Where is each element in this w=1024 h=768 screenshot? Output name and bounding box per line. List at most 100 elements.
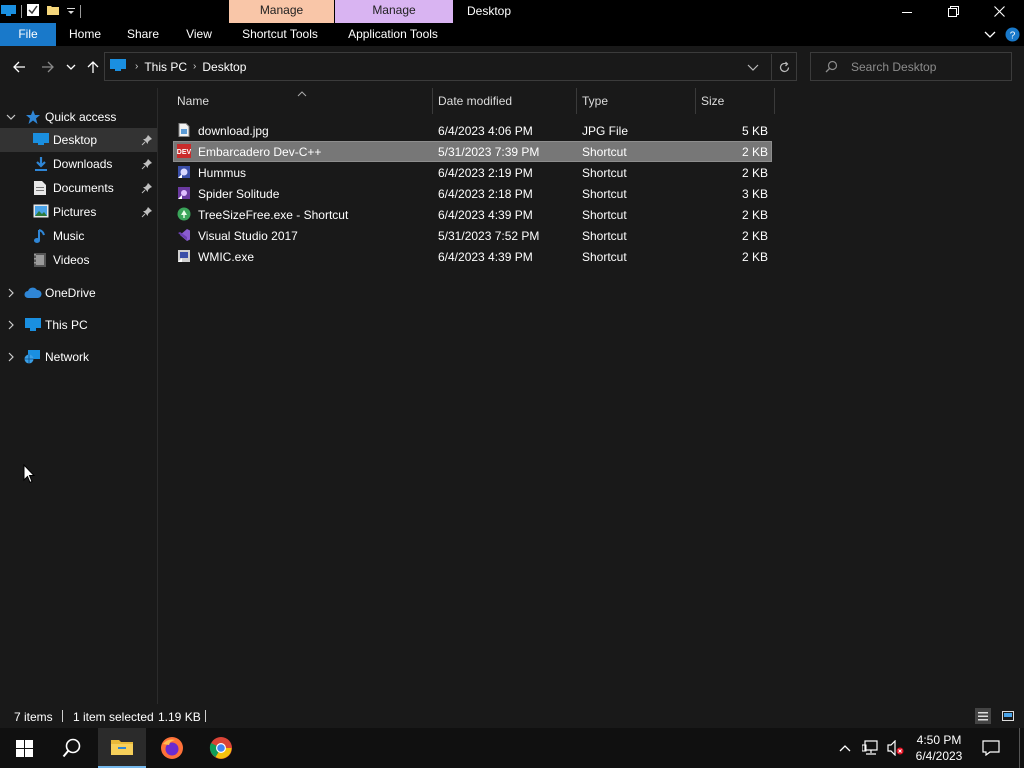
downloads-icon xyxy=(33,156,49,175)
column-divider[interactable] xyxy=(432,88,433,114)
recent-locations-button[interactable] xyxy=(61,56,81,78)
sidebar-item-music[interactable]: Music xyxy=(0,224,157,248)
file-name: Hummus xyxy=(198,166,247,180)
taskbar-file-explorer[interactable] xyxy=(98,728,146,768)
network-wired-icon xyxy=(861,740,878,755)
table-row[interactable]: Spider Solitude 6/4/2023 2:18 PM Shortcu… xyxy=(173,183,772,204)
ribbon-tabs: File Home Share View Shortcut Tools Appl… xyxy=(0,23,1024,46)
sidebar-item-this-pc[interactable]: This PC xyxy=(0,313,157,337)
tab-file[interactable]: File xyxy=(0,23,56,46)
mouse-cursor-icon xyxy=(23,463,36,487)
search-input[interactable]: Search Desktop xyxy=(851,60,936,74)
search-box[interactable]: Search Desktop xyxy=(810,52,1012,81)
properties-icon[interactable] xyxy=(26,3,40,20)
back-button[interactable] xyxy=(8,56,30,78)
breadcrumb-desktop[interactable]: Desktop xyxy=(202,60,246,74)
sidebar-item-downloads[interactable]: Downloads xyxy=(0,152,157,176)
sidebar-item-onedrive[interactable]: OneDrive xyxy=(0,281,157,305)
chevron-right-icon[interactable] xyxy=(6,287,16,301)
selection-count: 1 item selected xyxy=(73,710,154,724)
table-row[interactable]: WMIC.exe 6/4/2023 4:39 PM Shortcut 2 KB xyxy=(173,246,772,267)
restore-button[interactable] xyxy=(930,0,976,23)
manage-application-tab[interactable]: Manage xyxy=(335,0,453,23)
chevron-right-icon[interactable] xyxy=(6,319,16,333)
refresh-button[interactable] xyxy=(771,54,797,80)
table-row[interactable]: download.jpg 6/4/2023 4:06 PM JPG File 5… xyxy=(173,120,772,141)
table-row[interactable]: DEV Embarcadero Dev-C++ 5/31/2023 7:39 P… xyxy=(173,141,772,162)
search-icon xyxy=(825,60,838,76)
start-button[interactable] xyxy=(0,728,48,768)
file-type: Shortcut xyxy=(582,187,627,201)
sidebar-item-desktop[interactable]: Desktop xyxy=(0,128,157,152)
action-center-button[interactable] xyxy=(976,728,1006,768)
documents-icon xyxy=(33,180,47,199)
table-row[interactable]: Hummus 6/4/2023 2:19 PM Shortcut 2 KB xyxy=(173,162,772,183)
sidebar-item-label: Videos xyxy=(53,253,90,267)
file-date: 5/31/2023 7:52 PM xyxy=(438,229,540,243)
up-button[interactable] xyxy=(82,56,104,78)
chevron-down-icon[interactable] xyxy=(6,111,16,125)
column-divider[interactable] xyxy=(576,88,577,114)
tab-shortcut-tools[interactable]: Shortcut Tools xyxy=(229,23,331,46)
volume-muted-icon xyxy=(887,739,904,757)
new-folder-icon[interactable] xyxy=(46,3,60,20)
network-status-button[interactable] xyxy=(861,740,880,759)
file-date: 5/31/2023 7:39 PM xyxy=(438,145,540,159)
taskbar-chrome[interactable] xyxy=(197,728,245,768)
sidebar-item-label: Quick access xyxy=(45,110,117,124)
show-desktop-button[interactable] xyxy=(1019,728,1024,768)
minimize-button[interactable] xyxy=(884,0,930,23)
file-type: Shortcut xyxy=(582,166,627,180)
status-bar: 7 items 1 item selected 1.19 KB xyxy=(0,704,1024,728)
chevron-down-icon xyxy=(66,64,76,70)
column-header-type[interactable]: Type xyxy=(582,88,692,114)
pin-icon[interactable] xyxy=(141,182,153,197)
close-button[interactable] xyxy=(976,0,1022,23)
sidebar-item-quick-access[interactable]: Quick access xyxy=(0,105,157,129)
explorer-window-icon[interactable] xyxy=(1,4,17,19)
help-button[interactable]: ? xyxy=(1005,27,1020,45)
manage-shortcut-tab[interactable]: Manage xyxy=(229,0,334,23)
sidebar-item-label: Pictures xyxy=(53,205,97,219)
table-row[interactable]: TreeSizeFree.exe - Shortcut 6/4/2023 4:3… xyxy=(173,204,772,225)
tab-share[interactable]: Share xyxy=(116,23,170,46)
column-header-name[interactable]: Name xyxy=(177,88,427,114)
taskbar-clock[interactable]: 4:50 PM 6/4/2023 xyxy=(914,732,964,764)
pin-icon[interactable] xyxy=(141,134,153,149)
sidebar-item-documents[interactable]: Documents xyxy=(0,176,157,200)
customize-toolbar-icon[interactable] xyxy=(66,5,76,19)
column-header-size[interactable]: Size xyxy=(701,88,771,114)
column-header-date[interactable]: Date modified xyxy=(438,88,573,114)
folder-icon xyxy=(111,740,133,755)
chrome-icon xyxy=(209,737,232,759)
chevron-right-icon[interactable] xyxy=(6,351,16,365)
column-divider[interactable] xyxy=(695,88,696,114)
file-name: Spider Solitude xyxy=(198,187,280,201)
volume-button[interactable] xyxy=(887,739,905,759)
expand-ribbon-button[interactable] xyxy=(984,28,996,43)
details-view-button[interactable] xyxy=(975,708,991,724)
column-divider[interactable] xyxy=(774,88,775,114)
pin-icon[interactable] xyxy=(141,158,153,173)
address-bar[interactable]: › This PC › Desktop xyxy=(104,52,797,81)
forward-button[interactable] xyxy=(37,56,59,78)
tab-home[interactable]: Home xyxy=(58,23,112,46)
status-divider xyxy=(62,710,63,722)
sidebar-item-videos[interactable]: Videos xyxy=(0,248,157,272)
file-type: Shortcut xyxy=(582,208,627,222)
address-history-button[interactable] xyxy=(747,61,759,76)
sidebar-item-pictures[interactable]: Pictures xyxy=(0,200,157,224)
tab-application-tools[interactable]: Application Tools xyxy=(336,23,450,46)
breadcrumb-this-pc[interactable]: This PC xyxy=(144,60,187,74)
file-type: Shortcut xyxy=(582,229,627,243)
sidebar-item-network[interactable]: Network xyxy=(0,345,157,369)
desktop-icon xyxy=(33,132,49,149)
pin-icon[interactable] xyxy=(141,206,153,221)
search-button[interactable] xyxy=(48,728,96,768)
table-row[interactable]: Visual Studio 2017 5/31/2023 7:52 PM Sho… xyxy=(173,225,772,246)
taskbar-firefox[interactable] xyxy=(148,728,196,768)
cloud-icon xyxy=(24,287,42,302)
show-hidden-icons-button[interactable] xyxy=(838,741,852,758)
tab-view[interactable]: View xyxy=(174,23,224,46)
large-icons-view-button[interactable] xyxy=(1000,708,1016,724)
